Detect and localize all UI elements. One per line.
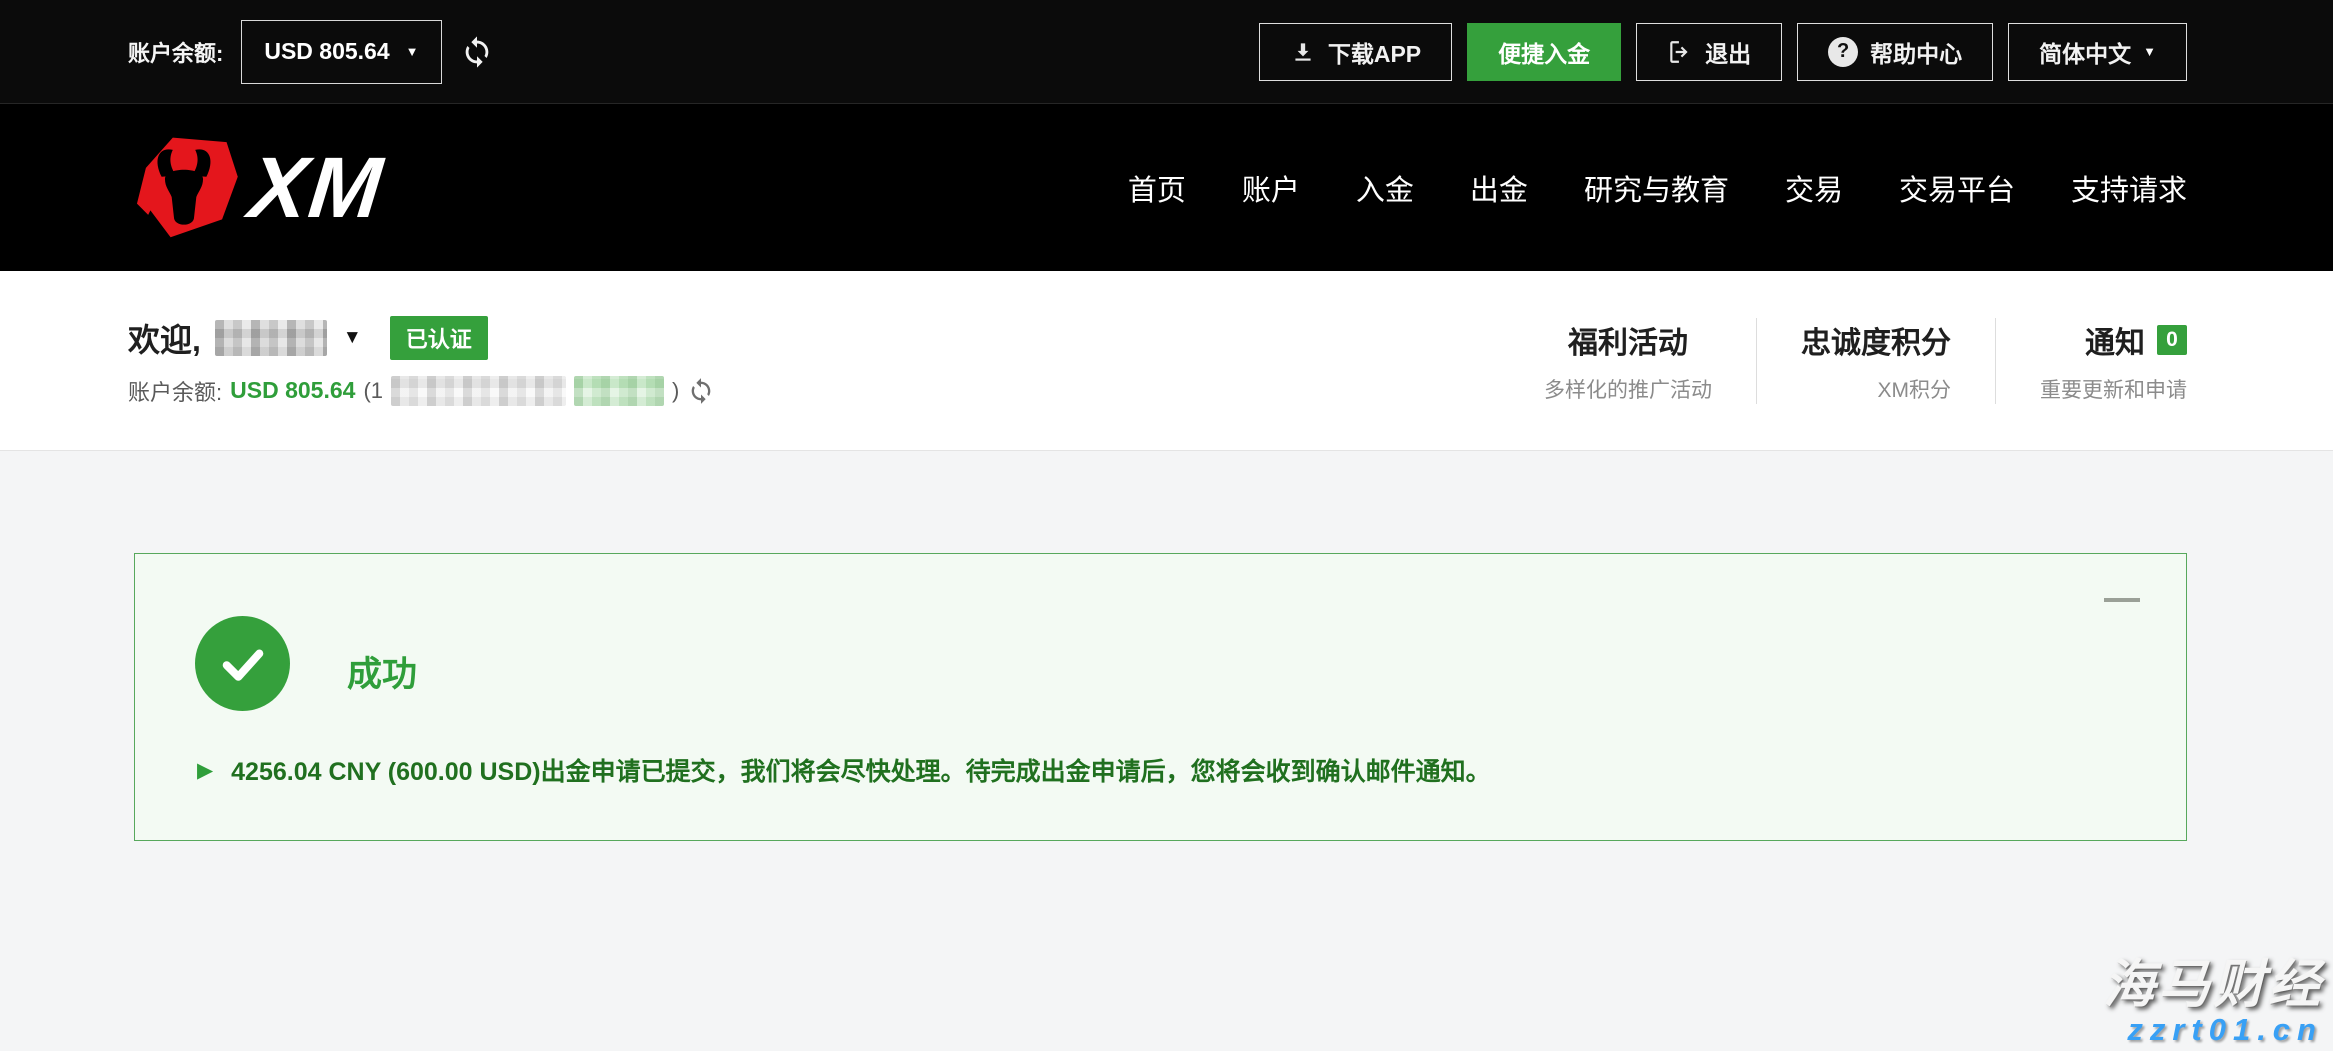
loyalty-subtitle: XM积分 — [1801, 374, 1951, 404]
user-dropdown-caret-icon[interactable]: ▼ — [343, 327, 362, 349]
account-number-redacted — [391, 376, 566, 406]
quick-deposit-button[interactable]: 便捷入金 — [1467, 23, 1621, 81]
download-icon — [1290, 39, 1316, 65]
promotions-subtitle: 多样化的推广活动 — [1544, 374, 1712, 404]
logout-label: 退出 — [1705, 35, 1751, 69]
refresh-account-button[interactable] — [687, 377, 715, 405]
welcome-greeting: 欢迎, — [128, 315, 201, 361]
success-alert-panel: 成功 ▶ 4256.04 CNY (600.00 USD)出金申请已提交，我们将… — [134, 553, 2187, 841]
nav-item-home[interactable]: 首页 — [1128, 167, 1186, 209]
main-menu: 首页 账户 入金 出金 研究与教育 交易 交易平台 支持请求 — [1128, 167, 2187, 209]
refresh-icon — [460, 35, 494, 69]
account-number-open: (1 — [363, 378, 383, 404]
help-center-button[interactable]: ? 帮助中心 — [1797, 23, 1993, 81]
success-title: 成功 — [347, 646, 417, 697]
collapse-panel-button[interactable] — [2104, 598, 2140, 602]
logout-icon — [1667, 39, 1693, 65]
nav-item-deposit[interactable]: 入金 — [1356, 167, 1414, 209]
account-balance-label: 账户余额: — [128, 36, 223, 68]
chevron-down-icon: ▼ — [2143, 45, 2156, 58]
loyalty-title: 忠诚度积分 — [1801, 318, 1951, 362]
refresh-balance-button[interactable] — [460, 35, 494, 69]
language-label: 简体中文 — [2039, 35, 2131, 69]
balance-value: USD 805.64 — [230, 377, 355, 404]
top-utility-bar: 账户余额: USD 805.64 ▼ 下载APP 便捷入金 — [0, 0, 2333, 104]
account-balance-dropdown[interactable]: USD 805.64 ▼ — [241, 20, 441, 84]
language-selector[interactable]: 简体中文 ▼ — [2008, 23, 2187, 81]
nav-item-withdraw[interactable]: 出金 — [1470, 167, 1528, 209]
link-notifications[interactable]: 通知 0 重要更新和申请 — [1995, 318, 2187, 404]
link-loyalty-points[interactable]: 忠诚度积分 XM积分 — [1756, 318, 1995, 404]
main-navbar: XM 首页 账户 入金 出金 研究与教育 交易 交易平台 支持请求 — [0, 104, 2333, 271]
notifications-title: 通知 — [2085, 318, 2145, 362]
help-icon: ? — [1828, 37, 1858, 67]
success-message: 4256.04 CNY (600.00 USD)出金申请已提交，我们将会尽快处理… — [231, 752, 1490, 788]
refresh-icon — [687, 377, 715, 405]
bullet-triangle-icon: ▶ — [197, 760, 213, 781]
brand-text: XM — [245, 145, 387, 231]
username-redacted — [215, 320, 327, 356]
download-app-label: 下载APP — [1328, 35, 1421, 69]
help-center-label: 帮助中心 — [1870, 35, 1962, 69]
watermark-url: zzrt01.cn — [2103, 1013, 2323, 1047]
balance-label: 账户余额: — [128, 375, 222, 407]
nav-item-platforms[interactable]: 交易平台 — [1899, 167, 2015, 209]
quick-links: 福利活动 多样化的推广活动 忠诚度积分 XM积分 通知 0 重要更新和申请 — [1500, 318, 2187, 404]
verified-status-badge: 已认证 — [390, 316, 488, 360]
quick-deposit-label: 便捷入金 — [1498, 35, 1590, 69]
account-type-redacted — [574, 376, 664, 406]
account-number-close: ) — [672, 378, 679, 404]
logout-button[interactable]: 退出 — [1636, 23, 1782, 81]
notification-count-badge: 0 — [2157, 325, 2187, 355]
nav-item-trading[interactable]: 交易 — [1785, 167, 1843, 209]
main-content: 成功 ▶ 4256.04 CNY (600.00 USD)出金申请已提交，我们将… — [0, 451, 2333, 1051]
nav-item-account[interactable]: 账户 — [1242, 167, 1300, 209]
download-app-button[interactable]: 下载APP — [1259, 23, 1452, 81]
nav-item-research-education[interactable]: 研究与教育 — [1584, 167, 1729, 209]
account-balance-value: USD 805.64 — [264, 38, 389, 65]
promotions-title: 福利活动 — [1544, 318, 1712, 362]
notifications-title-row: 通知 0 — [2040, 318, 2187, 362]
link-promotions[interactable]: 福利活动 多样化的推广活动 — [1500, 318, 1756, 404]
xm-logo[interactable]: XM — [128, 132, 383, 244]
watermark-brand: 海马财经 — [2103, 958, 2323, 1013]
chevron-down-icon: ▼ — [406, 45, 419, 58]
nav-item-support[interactable]: 支持请求 — [2071, 167, 2187, 209]
success-check-icon — [195, 616, 290, 711]
bull-logo-icon — [128, 132, 240, 244]
welcome-strip: 欢迎, ▼ 已认证 账户余额: USD 805.64 (1 ) 福利活动 — [0, 271, 2333, 451]
watermark: 海马财经 zzrt01.cn — [2103, 958, 2323, 1047]
notifications-subtitle: 重要更新和申请 — [2040, 374, 2187, 404]
